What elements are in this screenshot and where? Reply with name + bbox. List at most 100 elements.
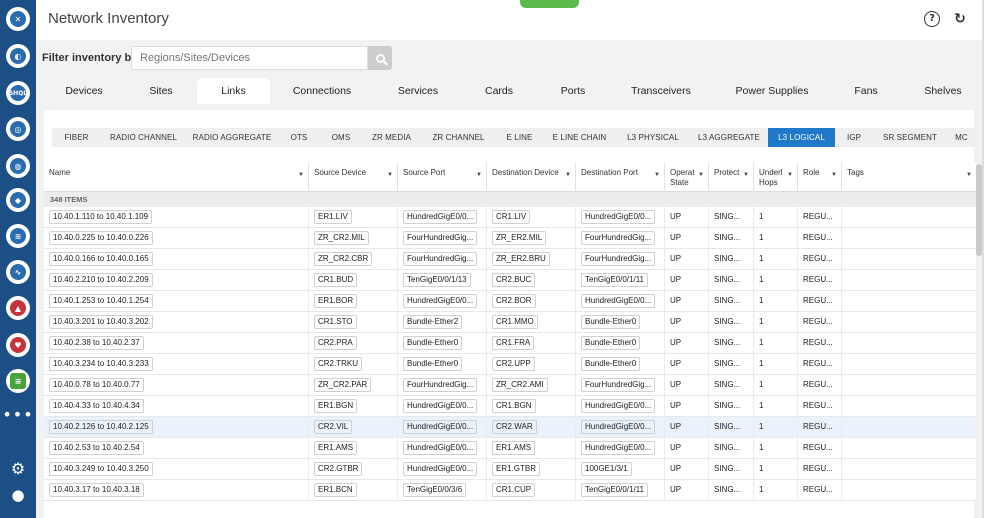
cell-source-device-value: CR2.VIL (314, 420, 353, 434)
subtab-zr-media[interactable]: ZR MEDIA (362, 128, 421, 147)
col-header-destination-device[interactable]: Destination Device ▼ (487, 162, 576, 192)
cell-destination-port: HundredGigE0/0... (576, 291, 665, 312)
filter-search-button[interactable] (368, 46, 392, 70)
sort-caret-icon[interactable]: ▼ (698, 170, 704, 180)
tab-services[interactable]: Services (374, 78, 462, 104)
cell-protection-value: SING... (714, 338, 741, 347)
col-header-underlay-hops[interactable]: Underl Hops ▼ (754, 162, 798, 192)
subtab-oms[interactable]: OMS (320, 128, 362, 147)
user-icon[interactable]: ● (0, 486, 36, 504)
subtab-mc[interactable]: MC (947, 128, 976, 147)
performance-icon[interactable]: ∿ (6, 260, 30, 284)
table-row[interactable]: 10.40.1.110 to 10.40.1.109 ER1.LIV Hundred… (44, 207, 976, 228)
inventory-icon[interactable]: ◎ (6, 117, 30, 141)
tab-fans[interactable]: Fans (832, 78, 900, 104)
col-header-protection[interactable]: Protect ▼ (709, 162, 754, 192)
subtab-radio-aggregate[interactable]: RADIO AGGREGATE (186, 128, 278, 147)
sort-caret-icon[interactable]: ▼ (298, 170, 304, 180)
cell-destination-device: CR1.CUP (487, 480, 576, 501)
cell-destination-device: CR2.BOR (487, 291, 576, 312)
table-row[interactable]: 10.40.2.53 to 10.40.2.54 ER1.AMS HundredGi… (44, 438, 976, 459)
sort-caret-icon[interactable]: ▼ (966, 170, 972, 180)
subtab-zr-channel[interactable]: ZR CHANNEL (421, 128, 496, 147)
sort-caret-icon[interactable]: ▼ (387, 170, 393, 180)
subtab-e-line-chain[interactable]: E LINE CHAIN (543, 128, 616, 147)
table-row[interactable]: 10.40.3.234 to 10.40.3.233 CR2.TRKU Bundle… (44, 354, 976, 375)
sort-caret-icon[interactable]: ▼ (831, 170, 837, 180)
tab-power-supplies[interactable]: Power Supplies (712, 78, 832, 104)
links-icon[interactable]: ◍ (6, 154, 30, 178)
table-row[interactable]: 10.40.0.78 to 10.40.0.77 ZR_CR2.PAR FourHu… (44, 375, 976, 396)
help-icon[interactable]: ? (924, 11, 940, 27)
col-header-oper-state[interactable]: Operat State ▼ (665, 162, 709, 192)
subtab-fiber[interactable]: FIBER (52, 128, 101, 147)
table-row[interactable]: 10.40.3.17 to 10.40.3.18 ER1.BCN TenGigE0/… (44, 480, 976, 501)
settings-icon[interactable]: ⚙ (0, 459, 36, 478)
subtab-l3-aggregate[interactable]: L3 AGGREGATE (690, 128, 768, 147)
cell-underlay-hops: 1 (754, 333, 798, 354)
cell-source-device: ER1.LIV (309, 207, 398, 228)
reports-icon[interactable]: ≡ (6, 369, 30, 393)
subtab-ots[interactable]: OTS (278, 128, 320, 147)
cell-source-port-value: Bundle-Ether0 (403, 336, 463, 350)
health-icon[interactable]: ♥ (6, 333, 30, 357)
subtab-radio-channel[interactable]: RADIO CHANNEL (101, 128, 186, 147)
tab-connections[interactable]: Connections (272, 78, 372, 104)
col-header-name[interactable]: Name ▼ (44, 162, 309, 192)
sort-caret-icon[interactable]: ▼ (565, 170, 571, 180)
cell-tags (842, 375, 976, 396)
subtab-igp[interactable]: IGP (835, 128, 873, 147)
sort-caret-icon[interactable]: ▼ (743, 170, 749, 180)
cell-source-device: CR2.VIL (309, 417, 398, 438)
shql-icon[interactable]: SHQL (6, 81, 30, 105)
table-row[interactable]: 10.40.1.253 to 10.40.1.254 ER1.BOR Hundred… (44, 291, 976, 312)
cell-protection-value: SING... (714, 233, 741, 242)
col-header-source-device[interactable]: Source Device ▼ (309, 162, 398, 192)
col-header-destination-port[interactable]: Destination Port ▼ (576, 162, 665, 192)
tab-cards[interactable]: Cards (462, 78, 536, 104)
table-row[interactable]: 10.40.0.166 to 10.40.0.165 ZR_CR2.CBR Four… (44, 249, 976, 270)
cell-source-port: HundredGigE0/0... (398, 459, 487, 480)
tab-shelves[interactable]: Shelves (904, 78, 982, 104)
cell-source-port-value: HundredGigE0/0... (403, 210, 478, 224)
tab-links[interactable]: Links (197, 78, 270, 104)
col-header-tags[interactable]: Tags ▼ (842, 162, 976, 192)
more-icon[interactable]: ••• (0, 405, 36, 424)
cell-source-device-value: ER1.BCN (314, 483, 357, 497)
tab-transceivers[interactable]: Transceivers (610, 78, 712, 104)
app-logo-icon[interactable]: ✕ (6, 7, 30, 31)
sort-caret-icon[interactable]: ▼ (787, 170, 793, 180)
cell-source-port: FourHundredGig... (398, 228, 487, 249)
table-row[interactable]: 10.40.2.126 to 10.40.2.125 CR2.VIL Hundred… (44, 417, 976, 438)
cell-underlay-hops-value: 1 (759, 401, 764, 410)
subtab-l3-logical[interactable]: L3 LOGICAL (768, 128, 835, 147)
table-row[interactable]: 10.40.2.210 to 10.40.2.209 CR1.BUD TenGigE… (44, 270, 976, 291)
col-header-source-port[interactable]: Source Port ▼ (398, 162, 487, 192)
cell-source-device-value: ER1.BGN (314, 399, 358, 413)
cell-underlay-hops-value: 1 (759, 296, 764, 305)
col-header-role[interactable]: Role ▼ (798, 162, 842, 192)
sort-caret-icon[interactable]: ▼ (476, 170, 482, 180)
cell-role-value: REGU... (803, 317, 833, 326)
table-row[interactable]: 10.40.2.38 to 10.40.2.37 CR2.PRA Bundle-Et… (44, 333, 976, 354)
cell-name: 10.40.2.126 to 10.40.2.125 (44, 417, 309, 438)
table-row[interactable]: 10.40.3.201 to 10.40.3.202 CR1.STO Bundle-… (44, 312, 976, 333)
cell-destination-port-value: 100GE1/3/1 (581, 462, 632, 476)
sort-caret-icon[interactable]: ▼ (654, 170, 660, 180)
subtab-e-line[interactable]: E LINE (496, 128, 543, 147)
table-row[interactable]: 10.40.3.249 to 10.40.3.250 CR2.GTBR Hundre… (44, 459, 976, 480)
cell-tags (842, 417, 976, 438)
top-drawer-handle[interactable] (520, 0, 579, 8)
table-row[interactable]: 10.40.4.33 to 10.40.4.34 ER1.BGN HundredGi… (44, 396, 976, 417)
refresh-icon[interactable]: ↻ (952, 11, 968, 27)
tab-sites[interactable]: Sites (112, 78, 210, 104)
subtab-l3-physical[interactable]: L3 PHYSICAL (616, 128, 690, 147)
subtab-sr-segment[interactable]: SR SEGMENT (873, 128, 947, 147)
alarms-icon[interactable]: ▲ (6, 296, 30, 320)
map-icon[interactable]: ◆ (6, 188, 30, 212)
filter-input[interactable] (131, 46, 368, 70)
layers-icon[interactable]: ≋ (6, 224, 30, 248)
tab-ports[interactable]: Ports (536, 78, 610, 104)
topology-icon[interactable]: ◐ (6, 44, 30, 68)
table-row[interactable]: 10.40.0.225 to 10.40.0.226 ZR_CR2.MIL Four… (44, 228, 976, 249)
